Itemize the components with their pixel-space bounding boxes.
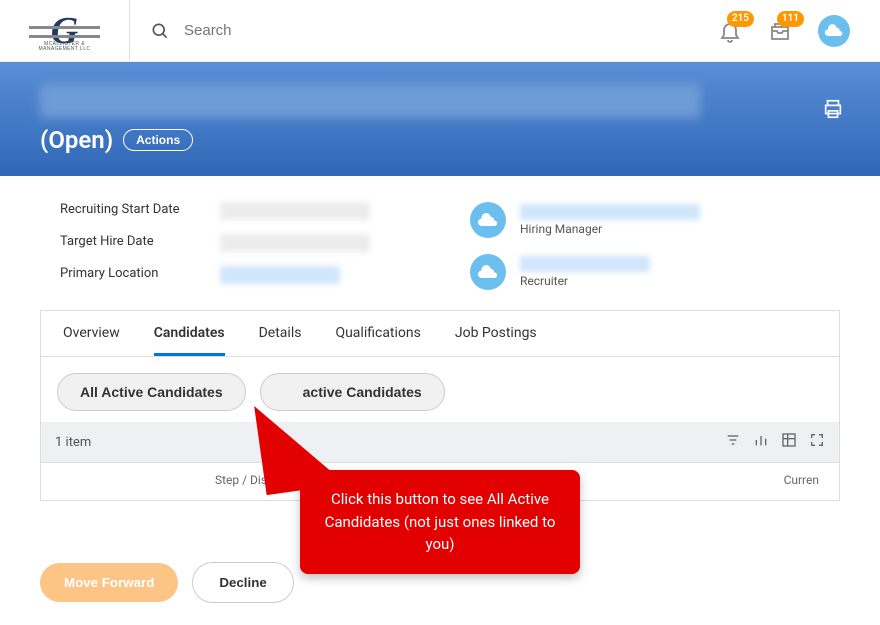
print-icon[interactable] (822, 98, 844, 124)
search-box[interactable] (130, 21, 718, 41)
notifications-button[interactable]: 215 (718, 19, 742, 43)
avatar[interactable] (470, 202, 506, 238)
field-value-redacted (220, 234, 370, 252)
tab-qualifications[interactable]: Qualifications (335, 325, 420, 356)
actions-button[interactable]: Actions (123, 129, 193, 151)
avatar[interactable] (470, 254, 506, 290)
job-status: (Open) (40, 126, 113, 154)
person-name-redacted (520, 204, 700, 220)
hiring-manager-row: Hiring Manager (470, 202, 700, 238)
person-name-redacted (520, 256, 650, 272)
field-recruiting-start: Recruiting Start Date (60, 202, 370, 220)
item-count: 1 item (55, 435, 91, 450)
notifications-badge: 215 (727, 11, 754, 27)
field-label: Target Hire Date (60, 234, 200, 249)
search-icon (150, 21, 170, 41)
logo-monogram: G MCALLISTER & MANAGEMENT LLC (51, 12, 78, 50)
filter-all-active-candidates[interactable]: All Active Candidates (57, 373, 246, 411)
fullscreen-icon[interactable] (809, 432, 825, 452)
topbar-right: 215 111 (718, 15, 880, 47)
filter-icon[interactable] (725, 432, 741, 452)
field-label: Primary Location (60, 266, 200, 281)
profile-avatar[interactable] (818, 15, 850, 47)
topbar: G MCALLISTER & MANAGEMENT LLC 215 111 (0, 0, 880, 62)
field-primary-location: Primary Location (60, 266, 370, 284)
search-input[interactable] (184, 22, 384, 39)
field-value-redacted (220, 202, 370, 220)
filter-row: All Active Candidates active Candidates (41, 357, 839, 422)
move-forward-button[interactable]: Move Forward (40, 563, 178, 602)
inbox-button[interactable]: 111 (768, 19, 792, 43)
chart-icon[interactable] (753, 432, 769, 452)
field-target-hire: Target Hire Date (60, 234, 370, 252)
person-role: Recruiter (520, 274, 650, 288)
tab-candidates[interactable]: Candidates (154, 325, 225, 356)
logo[interactable]: G MCALLISTER & MANAGEMENT LLC (0, 0, 130, 61)
tabs-row: Overview Candidates Details Qualificatio… (41, 311, 839, 357)
page-title-redacted (40, 84, 700, 118)
help-callout: Click this button to see All Active Cand… (300, 470, 580, 574)
grid-icon[interactable] (781, 432, 797, 452)
decline-button[interactable]: Decline (192, 562, 293, 603)
tab-details[interactable]: Details (259, 325, 302, 356)
recruiter-row: Recruiter (470, 254, 700, 290)
field-label: Recruiting Start Date (60, 202, 200, 217)
inbox-badge: 111 (777, 11, 804, 27)
table-toolbar: 1 item (41, 422, 839, 462)
summary-panel: Recruiting Start Date Target Hire Date P… (0, 176, 880, 310)
col-current: Curren (784, 473, 819, 490)
bottom-actions: Move Forward Decline (40, 562, 294, 603)
callout-text: Click this button to see All Active Cand… (325, 490, 556, 553)
field-value-redacted (220, 266, 340, 284)
tab-overview[interactable]: Overview (63, 325, 120, 356)
tab-job-postings[interactable]: Job Postings (455, 325, 537, 356)
page-header: (Open) Actions (0, 62, 880, 176)
person-role: Hiring Manager (520, 222, 700, 236)
